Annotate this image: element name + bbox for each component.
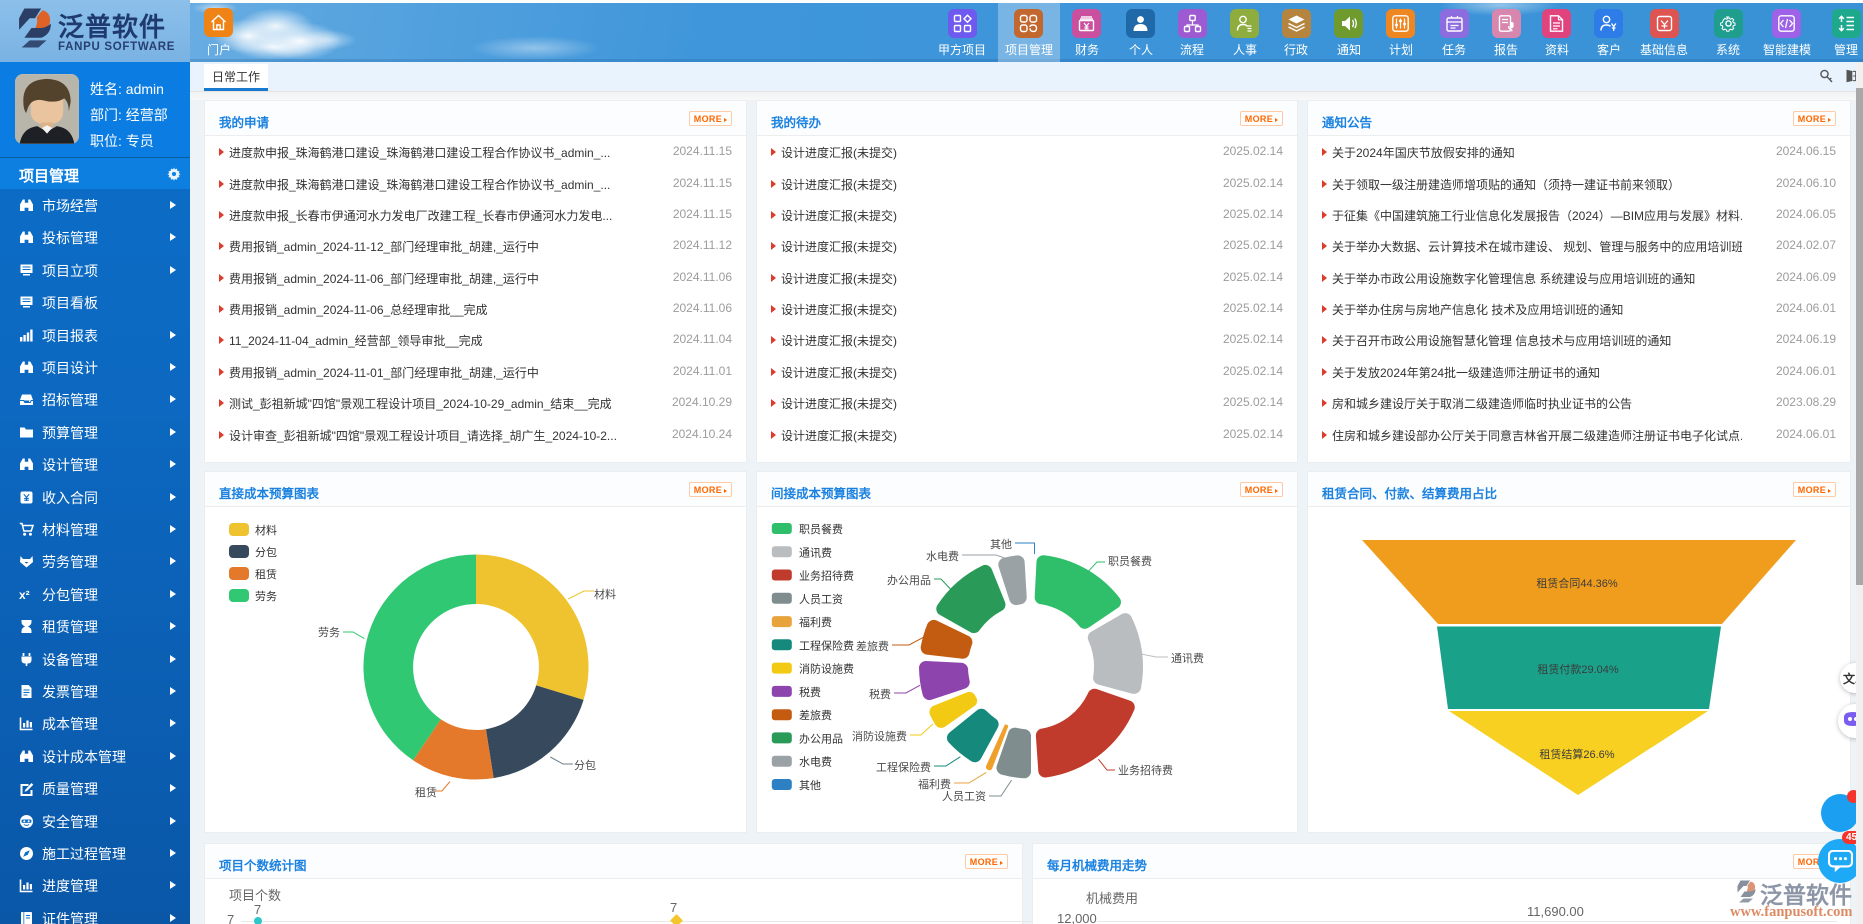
svg-text:通讯费: 通讯费 <box>1171 652 1204 665</box>
svg-text:职员餐费: 职员餐费 <box>799 522 843 536</box>
svg-text:通讯费: 通讯费 <box>799 546 832 559</box>
svg-text:福利费: 福利费 <box>918 777 951 791</box>
svg-text:税费: 税费 <box>869 687 891 701</box>
svg-text:职员餐费: 职员餐费 <box>1108 554 1152 568</box>
svg-text:分包: 分包 <box>255 546 277 559</box>
svg-text:租赁: 租赁 <box>255 567 277 581</box>
svg-text:租赁: 租赁 <box>415 785 437 799</box>
svg-text:人员工资: 人员工资 <box>942 790 986 803</box>
svg-text:差旅费: 差旅费 <box>856 639 889 653</box>
svg-text:租赁合同44.36%: 租赁合同44.36% <box>1536 576 1618 590</box>
svg-text:材料: 材料 <box>594 587 616 601</box>
svg-text:办公用品: 办公用品 <box>799 732 843 745</box>
svg-text:税费: 税费 <box>799 685 821 699</box>
svg-text:水电费: 水电费 <box>926 550 959 563</box>
svg-text:租赁付款29.04%: 租赁付款29.04% <box>1537 662 1619 676</box>
svg-text:业务招待费: 业务招待费 <box>1118 763 1173 777</box>
svg-text:工程保险费: 工程保险费 <box>799 638 854 652</box>
svg-text:差旅费: 差旅费 <box>799 708 832 722</box>
svg-text:工程保险费: 工程保险费 <box>876 760 931 774</box>
svg-text:租赁结算26.6%: 租赁结算26.6% <box>1539 747 1614 761</box>
svg-text:x²: x² <box>19 588 30 602</box>
svg-text:分包: 分包 <box>574 759 596 772</box>
svg-text:消防设施费: 消防设施费 <box>852 729 907 743</box>
svg-text:业务招待费: 业务招待费 <box>799 569 854 583</box>
svg-text:劳务: 劳务 <box>318 626 340 639</box>
svg-text:人员工资: 人员工资 <box>799 593 843 606</box>
svg-text:水电费: 水电费 <box>799 756 832 769</box>
svg-text:劳务: 劳务 <box>255 590 277 603</box>
svg-text:办公用品: 办公用品 <box>887 574 931 587</box>
svg-text:福利费: 福利费 <box>799 615 832 629</box>
svg-text:其他: 其他 <box>799 779 821 792</box>
svg-text:材料: 材料 <box>255 523 277 537</box>
svg-text:消防设施费: 消防设施费 <box>799 662 854 676</box>
svg-text:其他: 其他 <box>990 538 1012 551</box>
